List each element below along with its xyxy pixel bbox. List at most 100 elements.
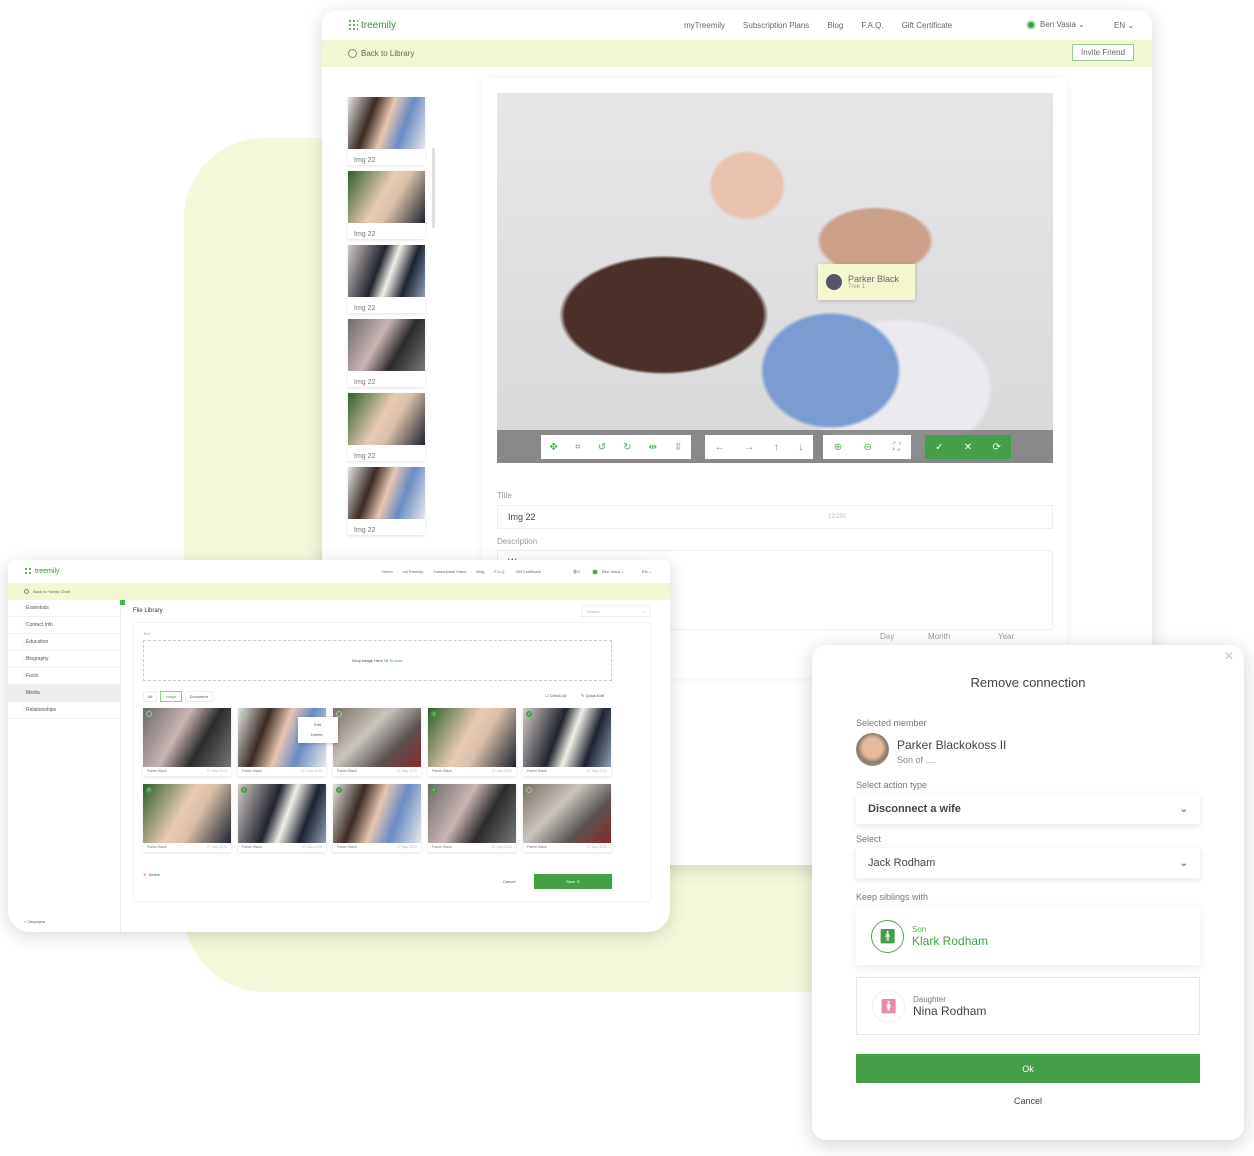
checkbox-icon[interactable] — [526, 787, 532, 793]
image-card[interactable]: ✓ ⋮ Parker Black 07 May 2020 — [333, 784, 421, 852]
image-card[interactable]: ⋮ Parker Black 07 May 2020 — [333, 708, 421, 776]
close-icon[interactable]: ✕ — [964, 442, 972, 453]
more-options-icon[interactable]: ⋮ — [508, 709, 513, 715]
logo[interactable]: treemily — [24, 567, 60, 576]
nav-item[interactable]: Subscription Plans — [743, 21, 809, 30]
sidebar-item-relationships[interactable]: ◌ Relationships — [8, 702, 120, 719]
fit-icon[interactable]: ⛶ — [893, 442, 900, 453]
back-to-family-chart-link[interactable]: Back to Family Chart — [24, 589, 70, 595]
language-select[interactable]: EN ⌄ — [1114, 21, 1134, 30]
more-options-icon[interactable]: ⋮ — [508, 785, 513, 791]
title-input[interactable]: Img 22 12/250 — [497, 505, 1053, 529]
checked-icon[interactable]: ✓ — [146, 787, 152, 793]
quick-edit-button[interactable]: ✎ Quick Edit — [581, 693, 604, 698]
logo[interactable]: treemily — [348, 19, 396, 31]
nav-item[interactable]: F.A.Q. — [861, 21, 883, 30]
person-tag[interactable]: Parker Black Tree 1 — [818, 264, 915, 300]
checkbox-icon[interactable] — [241, 711, 247, 717]
cancel-button[interactable]: Cancel — [812, 1096, 1244, 1106]
more-options-icon[interactable]: ⋮ — [318, 785, 323, 791]
zoom-out-icon[interactable]: ⊖ — [864, 442, 872, 453]
sidebar-item-media[interactable]: ◌ Media — [8, 685, 120, 702]
menu-item-edit[interactable]: Edit — [298, 717, 338, 727]
image-card[interactable]: ✓ ⋮ Parker Black 07 May 2020 — [238, 784, 326, 852]
checked-icon[interactable]: ✓ — [241, 787, 247, 793]
image-card[interactable]: ⋮ Parker Black 07 May 2020 — [143, 708, 231, 776]
thumbnail[interactable]: Img 22 — [348, 467, 425, 535]
delete-button[interactable]: ✕ Delete — [143, 872, 160, 877]
more-options-icon[interactable]: ⋮ — [413, 709, 418, 715]
more-options-icon[interactable]: ⋮ — [223, 785, 228, 791]
search-input[interactable]: Search ⌕ — [581, 605, 651, 617]
reset-icon[interactable]: ⟳ — [992, 442, 1000, 453]
browse-link[interactable]: Browse — [390, 658, 403, 663]
ok-button[interactable]: Ok — [856, 1054, 1200, 1083]
back-to-library-link[interactable]: Back to Library — [348, 49, 414, 59]
image-card[interactable]: ⋮ Parker Black 07 May 2020 — [523, 784, 611, 852]
cancel-button[interactable]: Cancel — [503, 879, 515, 884]
flip-vertical-icon[interactable]: ⇳ — [674, 442, 682, 453]
collapse-sidebar-button[interactable]: » Свернуть — [24, 919, 45, 924]
nav-item[interactable]: Subscription Plans — [433, 569, 466, 574]
more-options-icon[interactable]: ⋮ — [413, 785, 418, 791]
arrow-down-icon[interactable]: ↓ — [798, 442, 803, 453]
thumbnail[interactable]: Img 22 — [348, 171, 425, 239]
sidebar-item-facts[interactable]: ◌ Facts — [8, 668, 120, 685]
user-menu[interactable]: Ben Vasia ⌄ — [1026, 20, 1085, 30]
check-icon[interactable]: ✓ — [935, 442, 943, 453]
nav-item[interactable]: Gift Certificate — [902, 21, 953, 30]
more-options-icon[interactable]: ⋮ — [603, 709, 608, 715]
sibling-option-daughter[interactable]: 🚺︎ Daughter Nina Rodham — [856, 977, 1200, 1035]
checked-icon[interactable]: ✓ — [431, 787, 437, 793]
image-card[interactable]: ✓ ⋮ Parker Black 07 May 2020 — [428, 708, 516, 776]
check-all-checkbox[interactable]: ☐ Check All — [545, 693, 566, 698]
arrow-right-icon[interactable]: → — [744, 442, 754, 453]
arrow-left-icon[interactable]: ← — [715, 442, 725, 453]
close-icon[interactable]: ✕ — [1224, 649, 1234, 663]
thumbnail[interactable]: Img 22 — [348, 97, 425, 165]
more-options-icon[interactable]: ⋮ — [603, 785, 608, 791]
image-card[interactable]: ✓ ⋮ Parker Black 07 May 2020 — [523, 708, 611, 776]
image-card[interactable]: ✓ ⋮ Parker Black 07 May 2020 — [143, 784, 231, 852]
arrow-up-icon[interactable]: ↑ — [774, 442, 779, 453]
sidebar-item-biography[interactable]: ◌ Biography — [8, 651, 120, 668]
filter-all[interactable]: All — [143, 691, 158, 702]
nav-item[interactable]: Demo — [382, 569, 393, 574]
move-icon[interactable]: ✥ — [550, 442, 558, 453]
nav-item[interactable]: Blog — [827, 21, 843, 30]
zoom-in-icon[interactable]: ⊕ — [834, 442, 842, 453]
user-menu[interactable]: Ben Vasia ⌄ — [592, 568, 624, 575]
save-button[interactable]: Save ⊙ — [534, 874, 612, 889]
menu-item-delete[interactable]: Delete — [298, 727, 338, 737]
checked-icon[interactable]: ✓ — [336, 787, 342, 793]
sibling-option-son[interactable]: 🚹︎ Son Klark Rodham — [856, 907, 1200, 965]
image-card[interactable]: ✓ ⋮ Parker Black 07 May 2020 — [428, 784, 516, 852]
nav-item[interactable]: myTreemily — [403, 569, 424, 574]
flip-horizontal-icon[interactable]: ⇹ — [649, 442, 657, 453]
thumbnail[interactable]: Img 22 — [348, 393, 425, 461]
checked-icon[interactable]: ✓ — [526, 711, 532, 717]
thumbnail[interactable]: Img 22 — [348, 245, 425, 313]
scrollbar[interactable] — [432, 148, 435, 228]
rotate-left-icon[interactable]: ↺ — [598, 442, 606, 453]
checkbox-icon[interactable] — [146, 711, 152, 717]
cart-button[interactable]: 🛍2 — [573, 569, 580, 574]
nav-item[interactable]: Gift Certificate — [515, 569, 540, 574]
rotate-right-icon[interactable]: ↻ — [623, 442, 631, 453]
dropzone[interactable]: Drop Image Here Or Browse — [143, 640, 612, 681]
sidebar-item-contact-info[interactable]: ◌ Contact Info — [8, 617, 120, 634]
checked-icon[interactable]: ✓ — [431, 711, 437, 717]
more-options-icon[interactable]: ⋮ — [318, 709, 323, 715]
sidebar-item-education[interactable]: ◌ Education — [8, 634, 120, 651]
nav-item[interactable]: F.A.Q. — [494, 569, 505, 574]
language-select[interactable]: EN ⌄ — [642, 569, 652, 574]
filter-image[interactable]: Image — [160, 691, 182, 702]
nav-item[interactable]: myTreemily — [684, 21, 725, 30]
nav-item[interactable]: Blog — [476, 569, 484, 574]
sidebar-item-essentials[interactable]: ◌ Essentials — [8, 600, 120, 617]
more-options-icon[interactable]: ⋮ — [223, 709, 228, 715]
sidebar-toggle[interactable] — [120, 600, 125, 605]
filter-document[interactable]: Document — [184, 691, 213, 702]
action-type-select[interactable]: Disconnect a wife ⌄ — [856, 794, 1200, 824]
member-select[interactable]: Jack Rodham ⌄ — [856, 848, 1200, 878]
